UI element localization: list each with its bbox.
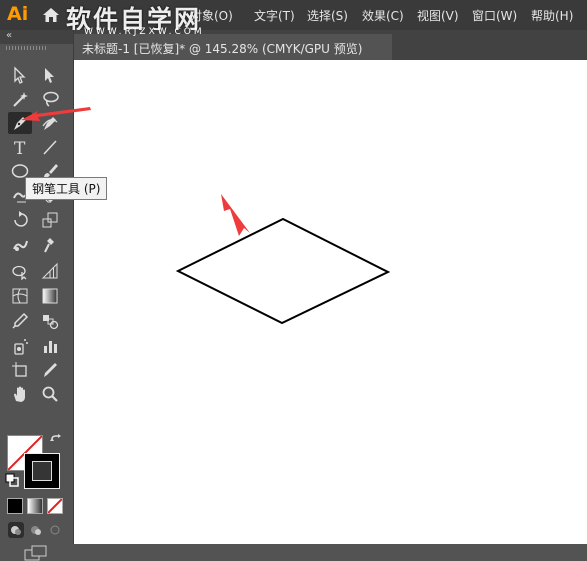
hand-tool-icon: [14, 386, 25, 402]
column-graph-tool-button[interactable]: [38, 335, 62, 357]
color-mode-button[interactable]: [7, 498, 23, 514]
draw-inside-icon[interactable]: [47, 522, 63, 538]
gradient-mode-button[interactable]: [27, 498, 43, 514]
stroke-color-swatch[interactable]: [24, 453, 60, 489]
pen-tool-tooltip: 钢笔工具 (P): [25, 177, 108, 200]
zoom-tool-icon: [42, 386, 58, 402]
rotate-tool-icon: [14, 211, 28, 227]
artboard-tool-button[interactable]: [8, 359, 32, 381]
line-segment-tool-icon: [43, 140, 57, 155]
slice-tool-button[interactable]: [38, 359, 62, 381]
gradient-tool-icon: [42, 288, 58, 304]
menu-effect[interactable]: 效果(C): [362, 7, 404, 24]
zoom-tool-button[interactable]: [38, 383, 62, 405]
swap-fill-stroke-icon[interactable]: [49, 434, 63, 448]
menu-object[interactable]: 对象(O): [190, 7, 233, 24]
watermark-url: WWW.RJZXW.COM: [84, 27, 205, 37]
rhombus-path[interactable]: [175, 217, 391, 325]
symbol-sprayer-tool-button[interactable]: [8, 335, 32, 357]
puppet-warp-tool-button[interactable]: [38, 234, 62, 256]
blend-tool-icon: [43, 315, 59, 330]
document-tab[interactable]: 未标题-1 [已恢复]* @ 145.28% (CMYK/GPU 预览): [74, 34, 392, 60]
symbol-sprayer-tool-icon: [14, 339, 28, 355]
type-tool-icon: T: [14, 139, 26, 156]
slice-tool-icon: [44, 363, 57, 377]
none-slash-icon: [48, 499, 62, 513]
svg-text:T: T: [14, 139, 26, 156]
menu-help[interactable]: 帮助(H): [531, 7, 573, 24]
gradient-tool-button[interactable]: [38, 285, 62, 307]
mesh-tool-button[interactable]: [8, 285, 32, 307]
change-screen-mode-icon[interactable]: [24, 545, 48, 561]
default-fill-stroke-icon[interactable]: [5, 473, 19, 487]
warp-tool-button[interactable]: [8, 234, 32, 256]
stroke-inner: [32, 461, 52, 481]
document-tab-label: 未标题-1 [已恢复]* @ 145.28% (CMYK/GPU 预览): [82, 42, 363, 56]
menu-select[interactable]: 选择(S): [307, 7, 348, 24]
menu-type[interactable]: 文字(T): [254, 7, 295, 24]
warp-tool-icon: [13, 240, 28, 251]
eyedropper-tool-icon: [12, 312, 29, 329]
scale-tool-button[interactable]: [38, 209, 62, 231]
menu-view[interactable]: 视图(V): [417, 7, 459, 24]
scale-tool-icon: [42, 212, 58, 228]
hand-tool-button[interactable]: [8, 383, 32, 405]
none-mode-button[interactable]: [47, 498, 63, 514]
canvas-artwork: [175, 194, 391, 325]
rotate-tool-button[interactable]: [8, 209, 32, 231]
perspective-grid-tool-icon: [41, 262, 58, 279]
perspective-grid-tool-button[interactable]: [38, 260, 62, 282]
draw-normal-icon[interactable]: [8, 522, 24, 538]
menu-window[interactable]: 窗口(W): [472, 7, 517, 24]
annotation-arrow: [21, 107, 91, 121]
shape-builder-tool-icon: [12, 265, 27, 280]
draw-behind-icon[interactable]: [28, 522, 44, 538]
column-graph-tool-icon: [44, 341, 57, 353]
eyedropper-tool-button[interactable]: [8, 310, 32, 332]
artboard-tool-icon: [12, 362, 27, 377]
puppet-warp-tool-icon: [44, 238, 54, 253]
artboard-canvas[interactable]: [74, 60, 587, 544]
blend-tool-button[interactable]: [38, 310, 62, 332]
mesh-tool-icon: [12, 288, 28, 304]
shape-builder-tool-button[interactable]: [8, 260, 32, 282]
annotation-arrow: [221, 194, 250, 236]
